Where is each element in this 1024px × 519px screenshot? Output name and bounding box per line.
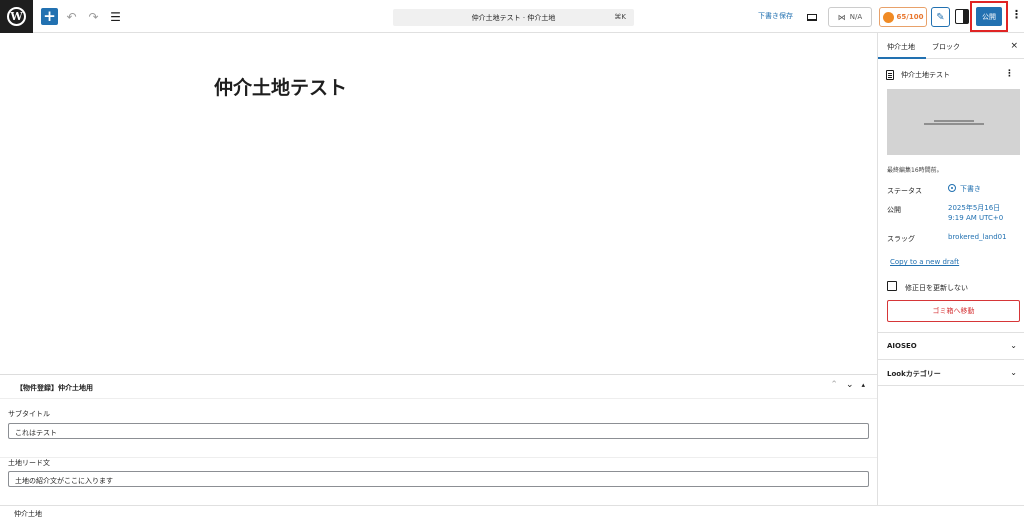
look-category-panel[interactable]: Lookカテゴリー ⌄ [878, 359, 1024, 386]
no-update-modified-label: 修正日を更新しない [905, 284, 968, 292]
readability-label: N/A [849, 13, 863, 21]
move-up-icon[interactable]: ⌃ [830, 380, 838, 390]
lead-text-label: 土地リード文 [8, 459, 50, 467]
custom-fields-metabox: 【物件登録】仲介土地用 ⌃ ⌄ ▴ サブタイトル これはテスト 土地リード文 土… [0, 374, 877, 504]
editor-header: W + ↶ ↷ ☰ 仲介土地テスト · 仲介土地 ⌘K 下書き保存 ⋈ N/A … [0, 0, 1024, 33]
command-shortcut: ⌘K [614, 13, 626, 21]
draft-status-icon [948, 184, 956, 192]
document-title: 仲介土地テスト · 仲介土地 [471, 13, 556, 22]
status-value[interactable]: 下書き [948, 184, 981, 195]
featured-image[interactable] [887, 89, 1020, 155]
post-summary-title: 仲介土地テスト [901, 71, 950, 79]
ai-tools-button[interactable]: ✎ [931, 7, 950, 27]
preview-button[interactable] [804, 9, 820, 25]
editor-footer: 仲介土地 [0, 505, 1024, 518]
chevron-down-icon: ⌄ [1010, 341, 1017, 350]
lead-text-input[interactable]: 土地の紹介文がここに入ります [8, 471, 869, 487]
featured-image-text-line [933, 119, 974, 122]
sidebar-tabs: 仲介土地 ブロック × [878, 33, 1024, 59]
subtitle-label: サブタイトル [8, 410, 50, 418]
close-icon[interactable]: × [1010, 41, 1018, 51]
seo-score-button[interactable]: 65/100 [879, 7, 927, 27]
tab-post[interactable]: 仲介土地 [887, 42, 915, 52]
chevron-down-icon: ⌄ [1010, 368, 1017, 377]
slug-label: スラッグ [887, 235, 915, 243]
look-category-panel-title: Lookカテゴリー [887, 370, 941, 378]
status-text: 下書き [960, 185, 981, 193]
status-label: ステータス [887, 187, 922, 195]
command-palette-bar[interactable]: 仲介土地テスト · 仲介土地 ⌘K [393, 9, 634, 26]
slug-value[interactable]: brokered_land01 [948, 233, 1007, 243]
desktop-preview-icon [807, 13, 817, 21]
wordpress-icon: W [7, 7, 26, 26]
document-icon [886, 70, 894, 80]
metabox-title: 【物件登録】仲介土地用 [16, 384, 93, 392]
publish-date-value[interactable]: 2025年5月16日 9:19 AM UTC+0 [948, 204, 1003, 224]
post-actions-icon[interactable]: ⋮ [1005, 69, 1014, 79]
last-edited-text: 最終編集16時間前。 [887, 167, 943, 174]
seo-score-label: 65/100 [896, 13, 924, 21]
magic-wand-icon: ✎ [936, 11, 945, 23]
featured-image-text-line [923, 122, 984, 125]
no-update-modified-checkbox[interactable] [887, 281, 897, 291]
subtitle-input[interactable]: これはテスト [8, 423, 869, 439]
copy-to-new-draft-link[interactable]: Copy to a new draft [890, 258, 959, 266]
aioseo-panel-title: AIOSEO [887, 342, 917, 350]
publish-date-label: 公開 [887, 206, 901, 214]
post-title[interactable]: 仲介土地テスト [214, 73, 347, 100]
undo-icon[interactable]: ↶ [63, 8, 80, 25]
publish-button[interactable]: 公開 [976, 7, 1002, 26]
redo-icon[interactable]: ↷ [85, 8, 102, 25]
wordpress-logo-button[interactable]: W [0, 0, 33, 33]
move-to-trash-button[interactable]: ゴミ箱へ移動 [887, 300, 1020, 322]
add-block-button[interactable]: + [41, 8, 58, 25]
post-summary-header: 仲介土地テスト [886, 70, 950, 80]
save-draft-button[interactable]: 下書き保存 [758, 11, 793, 21]
settings-sidebar-toggle[interactable] [955, 9, 969, 24]
editor-canvas[interactable]: 仲介土地テスト [0, 33, 877, 374]
list-view-icon[interactable]: ☰ [107, 8, 124, 25]
metabox-header: 【物件登録】仲介土地用 ⌃ ⌄ ▴ [0, 375, 877, 399]
options-menu-icon[interactable]: ⋮ [1011, 9, 1022, 20]
settings-sidebar: 仲介土地 ブロック × 仲介土地テスト ⋮ 最終編集16時間前。 ステータス 下… [877, 33, 1024, 505]
tab-block[interactable]: ブロック [932, 42, 960, 52]
readability-button[interactable]: ⋈ N/A [828, 7, 872, 27]
move-down-icon[interactable]: ⌄ [846, 380, 854, 390]
aioseo-icon [882, 11, 894, 23]
readability-icon: ⋈ [837, 12, 846, 22]
active-tab-indicator [878, 57, 926, 59]
aioseo-panel[interactable]: AIOSEO ⌄ [878, 332, 1024, 359]
field-divider [0, 457, 877, 458]
collapse-toggle-icon[interactable]: ▴ [861, 380, 865, 390]
